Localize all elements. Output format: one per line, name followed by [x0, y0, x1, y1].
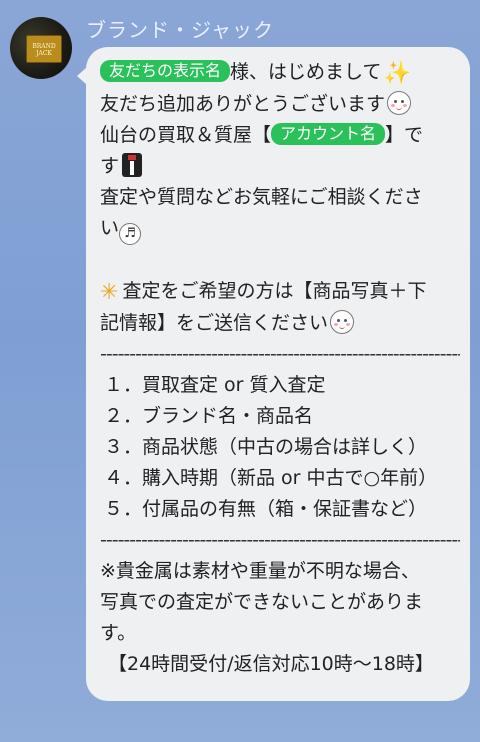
message-line: 仙台の買取＆質屋【 アカウント名 】で	[100, 120, 460, 151]
smile-emoji-icon	[387, 91, 412, 115]
business-hours: 【24時間受付/返信対応10時～18時】	[108, 653, 434, 675]
divider-top: ----------------------------------------…	[100, 343, 460, 365]
divider-bottom: ----------------------------------------…	[100, 529, 460, 551]
music-note-icon: ♬	[119, 223, 142, 245]
message-line: す	[100, 151, 460, 182]
list-item: ５．付属品の有無（箱・保証書など）	[104, 498, 428, 520]
shop-text-end: 】で	[385, 124, 424, 146]
note-line: ※貴金属は素材や重量が不明な場合、	[100, 560, 420, 582]
list-item: ２．ブランド名・商品名	[104, 405, 314, 427]
thanks-text: 友だち追加ありがとうございます	[100, 93, 386, 115]
list-item: ４．購入時期（新品 or 中古で○年前）	[104, 467, 438, 489]
avatar-sign: BRAND JACK	[26, 35, 62, 63]
sender-avatar[interactable]: BRAND JACK	[10, 17, 72, 79]
message-text: 友だちの表示名 様、はじめまして✨ 友だち追加ありがとうございます 仙台の買取＆質…	[100, 57, 460, 680]
message-line: ✳ 査定をご希望の方は【商品写真＋下	[100, 276, 460, 308]
message-line: 記情報】をご送信ください	[100, 308, 460, 339]
message-line: 査定や質問などお気軽にご相談くださ	[100, 182, 460, 213]
list-item: １．買取査定 or 質入査定	[104, 374, 326, 396]
consult-text: 査定や質問などお気軽にご相談くださ	[100, 186, 423, 208]
friend-name-tag: 友だちの表示名	[100, 60, 231, 82]
star-icon: ✳	[100, 280, 119, 305]
request-text: 査定をご希望の方は【商品写真＋下	[122, 280, 427, 302]
note-line: す。	[100, 622, 137, 644]
message-line: 友だち追加ありがとうございます	[100, 89, 460, 120]
sparkle-icon: ✨	[383, 61, 411, 86]
grin-emoji-icon	[330, 310, 355, 334]
greeting-text: 様、はじめまして	[230, 61, 382, 83]
message-bubble[interactable]: 友だちの表示名 様、はじめまして✨ 友だち追加ありがとうございます 仙台の買取＆質…	[77, 47, 470, 701]
shop-text: 仙台の買取＆質屋【	[100, 124, 272, 146]
list-item: ３．商品状態（中古の場合は詳しく）	[104, 436, 428, 458]
consult-text-end: い	[100, 217, 120, 239]
request-text-end: 記情報】をご送信ください	[100, 312, 329, 334]
message-line: い ♬	[100, 213, 460, 245]
note-line: 写真での査定ができないことがありま	[100, 591, 424, 613]
tuxedo-icon	[122, 153, 143, 177]
desu-text: す	[100, 155, 120, 177]
message-line: 友だちの表示名 様、はじめまして✨	[100, 57, 460, 89]
account-name-tag: アカウント名	[271, 123, 386, 145]
avatar-sign-text: BRAND JACK	[32, 43, 56, 57]
sender-name: ブランド・ジャック	[86, 18, 274, 42]
